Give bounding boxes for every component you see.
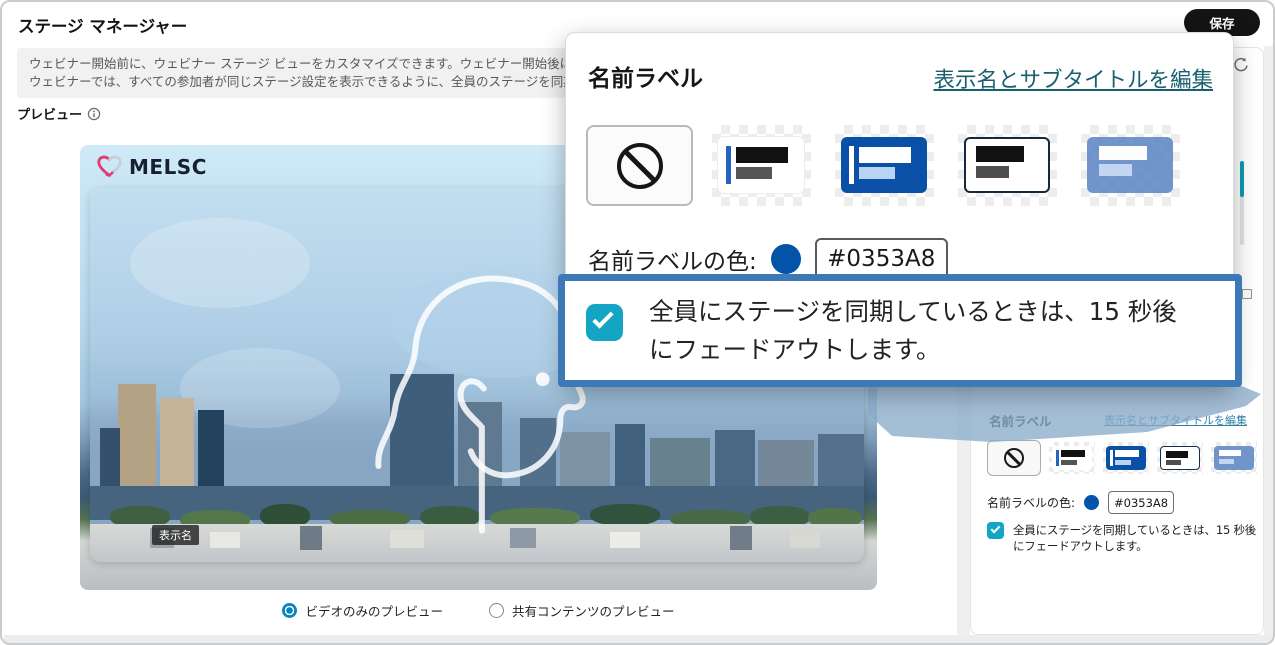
- melsc-logo-heart-icon: [96, 154, 123, 179]
- checkmark-icon: [592, 307, 613, 328]
- radio-unselected-icon[interactable]: [489, 603, 504, 618]
- panel-fade-checkbox-row: 全員にステージを同期しているときは、15 秒後 にフェードアウトします。: [987, 522, 1265, 554]
- bottom-gutter: [4, 635, 1275, 645]
- checkmark-icon: [990, 524, 1000, 534]
- preview-section-header: プレビュー: [17, 104, 101, 123]
- popup-label-style-translucent-blue[interactable]: [1081, 125, 1180, 206]
- building: [730, 526, 752, 550]
- building: [300, 526, 322, 550]
- prohibition-icon: [617, 143, 663, 189]
- panel-name-label-color-row: 名前ラベルの色:: [987, 491, 1174, 514]
- melsc-logo: MELSC: [96, 154, 207, 179]
- building: [610, 532, 640, 548]
- tree-band: [590, 504, 660, 526]
- panel-label-style-translucent-blue[interactable]: [1211, 442, 1257, 474]
- watercolor-patch: [130, 218, 310, 308]
- panel-edit-display-name-link[interactable]: 表示名とサブタイトルを編集: [1104, 412, 1247, 428]
- popup-color-label: 名前ラベルの色:: [588, 242, 757, 276]
- radio-shared-content-label: 共有コンテンツのプレビュー: [512, 601, 675, 620]
- right-gutter: [1264, 46, 1275, 636]
- building: [210, 532, 240, 548]
- panel-color-label: 名前ラベルの色:: [987, 494, 1075, 511]
- panel-label-style-blue-accent-bar[interactable]: [1103, 442, 1149, 474]
- panel-label-style-white-outlined[interactable]: [1157, 442, 1203, 474]
- display-name-badge: 表示名: [152, 525, 199, 545]
- popup-label-style-blue-accent-bar[interactable]: [835, 125, 934, 206]
- popup-label-style-none[interactable]: [586, 125, 693, 206]
- popup-fade-text: 全員にステージを同期しているときは、15 秒後 にフェードアウトします。: [649, 293, 1177, 369]
- radio-video-only[interactable]: ビデオのみのプレビュー: [282, 601, 443, 620]
- panel-label-style-options: [987, 440, 1257, 476]
- popup-color-swatch[interactable]: [771, 244, 801, 274]
- prohibition-icon: [1004, 448, 1024, 468]
- fade-setting-highlight-box: 全員にステージを同期しているときは、15 秒後 にフェードアウトします。: [558, 274, 1242, 387]
- popup-edit-display-name-link[interactable]: 表示名とサブタイトルを編集: [933, 63, 1213, 94]
- refresh-icon[interactable]: [1232, 57, 1249, 74]
- panel-label-style-none[interactable]: [987, 440, 1041, 476]
- melsc-logo-text: MELSC: [129, 155, 207, 179]
- stage-manager-page: ステージ マネージャー 保存 ウェビナー開始前に、ウェビナー ステージ ビューを…: [0, 0, 1275, 645]
- info-icon: [87, 107, 101, 121]
- building: [118, 384, 156, 502]
- panel-scrollbar-thumb[interactable]: [1240, 161, 1244, 197]
- building: [790, 530, 820, 548]
- popup-fade-checkbox[interactable]: [586, 304, 623, 341]
- panel-color-hex-input[interactable]: [1108, 491, 1174, 514]
- resize-handle: [1242, 289, 1252, 299]
- panel-label-style-white-accent-bar[interactable]: [1049, 442, 1095, 474]
- panel-color-swatch[interactable]: [1084, 495, 1099, 510]
- panel-fade-checkbox[interactable]: [987, 522, 1004, 539]
- radio-selected-icon[interactable]: [282, 603, 297, 618]
- panel-fade-text: 全員にステージを同期しているときは、15 秒後 にフェードアウトします。: [1013, 522, 1265, 554]
- panel-name-label-title: 名前ラベル: [989, 411, 1052, 430]
- preview-mode-radios: ビデオのみのプレビュー 共有コンテンツのプレビュー: [80, 601, 877, 620]
- popup-label-style-options: [566, 125, 1233, 206]
- popup-label-style-white-outlined[interactable]: [958, 125, 1057, 206]
- radio-shared-content[interactable]: 共有コンテンツのプレビュー: [489, 601, 675, 620]
- popup-label-style-white-accent-bar[interactable]: [712, 125, 811, 206]
- popup-name-label-title: 名前ラベル: [588, 59, 703, 93]
- preview-label: プレビュー: [17, 104, 82, 123]
- radio-video-only-label: ビデオのみのプレビュー: [305, 601, 443, 620]
- page-title: ステージ マネージャー: [18, 13, 187, 37]
